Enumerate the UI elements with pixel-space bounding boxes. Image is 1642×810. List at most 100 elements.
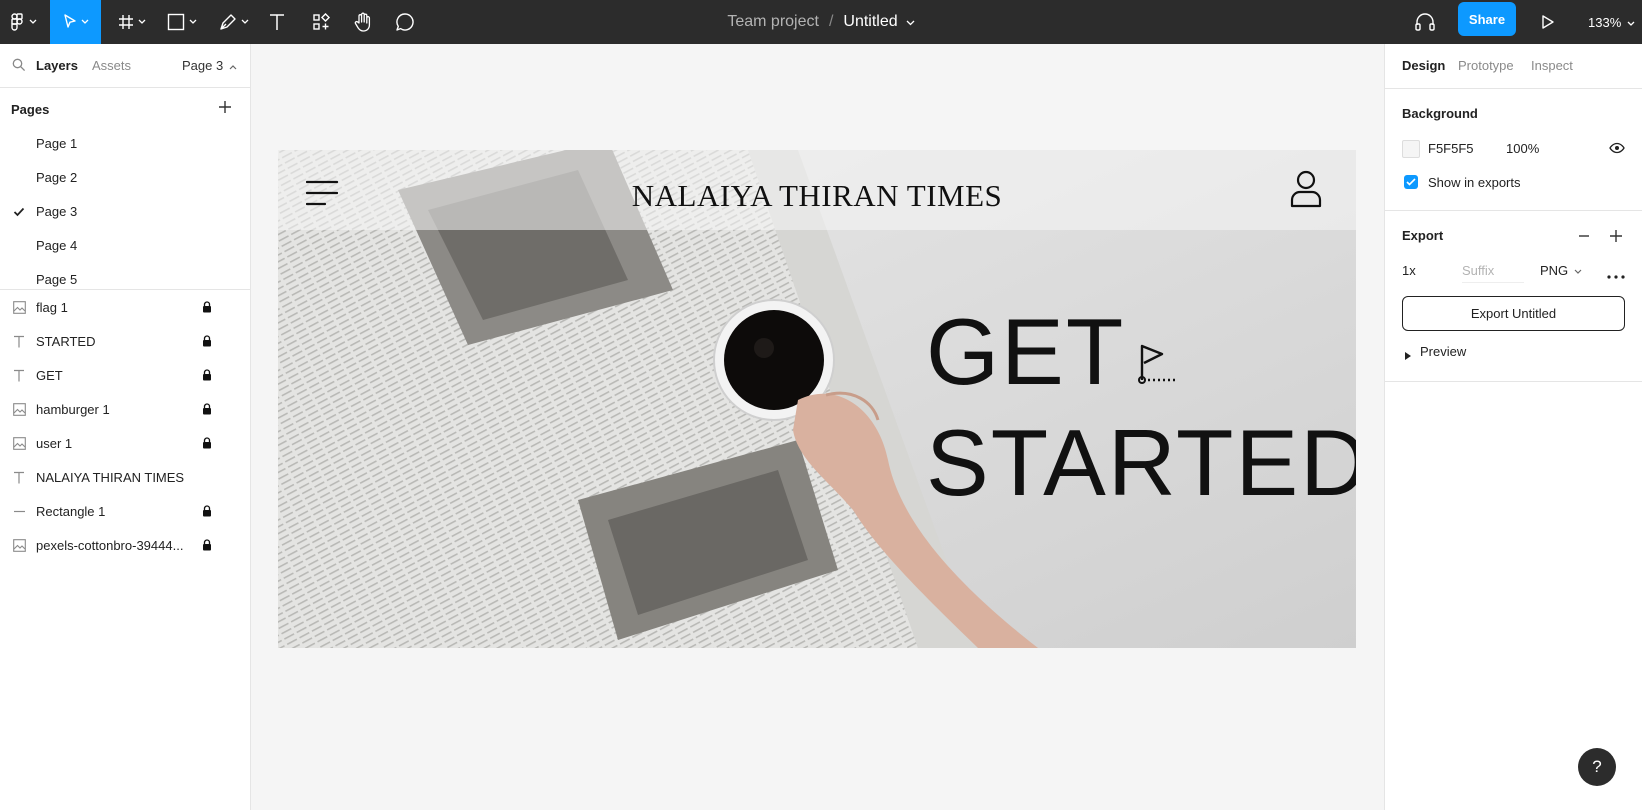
audio-button[interactable] [1412,0,1438,44]
export-heading: Export [1402,228,1444,243]
page-item[interactable]: Page 1 [0,126,250,160]
pages-heading: Pages [11,102,50,117]
caret-right-icon[interactable] [1405,349,1411,363]
layer-label: flag 1 [36,299,68,315]
more-options-icon[interactable] [1607,268,1625,282]
main-menu-button[interactable] [4,0,44,44]
project-name[interactable]: Team project [727,13,819,31]
resources-button[interactable] [308,0,334,44]
page-label: Page 2 [36,169,78,185]
check-icon [1406,175,1416,189]
export-format-select[interactable]: PNG [1540,263,1582,278]
move-tool-button[interactable] [50,0,101,44]
page-label: Page 4 [36,237,78,253]
present-button[interactable] [1538,0,1558,44]
background-heading: Background [1402,106,1478,121]
layer-row[interactable]: Rectangle 1 [0,494,250,528]
plus-icon [216,101,234,119]
image-layer-icon [12,538,26,552]
page-label: Page 1 [36,135,78,151]
tab-prototype[interactable]: Prototype [1458,58,1514,73]
lock-icon[interactable] [202,301,212,316]
export-button[interactable]: Export Untitled [1402,296,1625,331]
pen-tool-button[interactable] [216,0,252,44]
background-color-swatch[interactable] [1402,140,1420,158]
panel-divider [1385,210,1642,211]
user-icon[interactable] [1290,170,1322,211]
left-panel-tabs: Layers Assets Page 3 [0,44,250,88]
image-layer-icon [12,300,26,314]
hand-tool-button[interactable] [350,0,376,44]
minus-icon[interactable] [1577,229,1591,246]
comment-tool-button[interactable] [392,0,418,44]
chevron-up-icon [229,58,237,73]
background-opacity-value[interactable]: 100% [1506,141,1539,156]
title-separator: / [828,13,834,30]
chevron-down-icon [138,19,146,25]
resources-icon [312,13,330,31]
tab-inspect[interactable]: Inspect [1531,58,1573,73]
lock-icon[interactable] [202,539,212,554]
chevron-down-icon [81,19,89,25]
preview-toggle[interactable]: Preview [1420,344,1466,359]
search-icon[interactable] [12,58,26,75]
hero-started-text: STARTED [926,410,1356,515]
layer-label: pexels-cottonbro-39444... [36,537,184,553]
lock-icon[interactable] [202,335,212,350]
page-selector[interactable]: Page 3 [182,58,237,73]
lock-icon[interactable] [202,437,212,452]
lock-icon[interactable] [202,369,212,384]
shape-tool-button[interactable] [164,0,200,44]
eye-icon[interactable] [1609,142,1625,157]
frame-tool-button[interactable] [114,0,150,44]
page-label: Page 3 [36,203,78,219]
lock-icon[interactable] [202,505,212,520]
export-suffix-input[interactable]: Suffix [1462,263,1524,283]
tab-layers[interactable]: Layers [36,58,78,73]
hero-get-text: GET [926,299,1126,404]
text-layer-icon [12,334,26,348]
lock-icon[interactable] [202,403,212,418]
plus-icon[interactable] [1609,229,1623,246]
design-frame[interactable]: NALAIYA THIRAN TIMES GET STARTED [278,150,1356,648]
show-in-exports-checkbox[interactable] [1404,175,1418,189]
background-color-value[interactable]: F5F5F5 [1428,141,1474,156]
layer-label: Rectangle 1 [36,503,106,519]
panel-divider [1385,381,1642,382]
share-button[interactable]: Share [1458,2,1516,36]
chevron-down-icon[interactable] [906,13,915,31]
chevron-down-icon [1574,263,1582,278]
export-scale[interactable]: 1x [1402,263,1416,278]
layer-row[interactable]: NALAIYA THIRAN TIMES [0,460,250,494]
page-item[interactable]: Page 2 [0,160,250,194]
show-in-exports-label: Show in exports [1428,175,1521,190]
help-button[interactable]: ? [1578,748,1616,786]
layer-row[interactable]: hamburger 1 [0,392,250,426]
main-menu-icon [11,13,25,31]
text-layer-icon [12,368,26,382]
export-format-value: PNG [1540,263,1569,278]
file-name[interactable]: Untitled [843,13,897,31]
page-item[interactable]: Page 4 [0,228,250,262]
check-icon [13,205,25,220]
layer-row[interactable]: STARTED [0,324,250,358]
layer-label: hamburger 1 [36,401,110,417]
panel-divider [1385,88,1642,89]
layer-row[interactable]: user 1 [0,426,250,460]
move-tool-icon [63,14,77,30]
layer-row[interactable]: pexels-cottonbro-39444... [0,528,250,562]
layer-label: STARTED [36,333,96,349]
add-page-button[interactable] [216,98,234,116]
tab-assets[interactable]: Assets [92,58,131,73]
tab-design[interactable]: Design [1402,58,1445,73]
properties-panel: Design Prototype Inspect Background F5F5… [1384,44,1642,810]
present-icon [1541,14,1555,30]
chevron-down-icon [189,19,197,25]
zoom-menu[interactable]: 133% [1588,0,1635,44]
layer-row[interactable]: GET [0,358,250,392]
layer-row[interactable]: flag 1 [0,290,250,324]
layer-label: user 1 [36,435,73,451]
page-item[interactable]: Page 3 [0,194,250,228]
text-tool-button[interactable] [264,0,290,44]
chevron-down-icon [29,19,37,25]
